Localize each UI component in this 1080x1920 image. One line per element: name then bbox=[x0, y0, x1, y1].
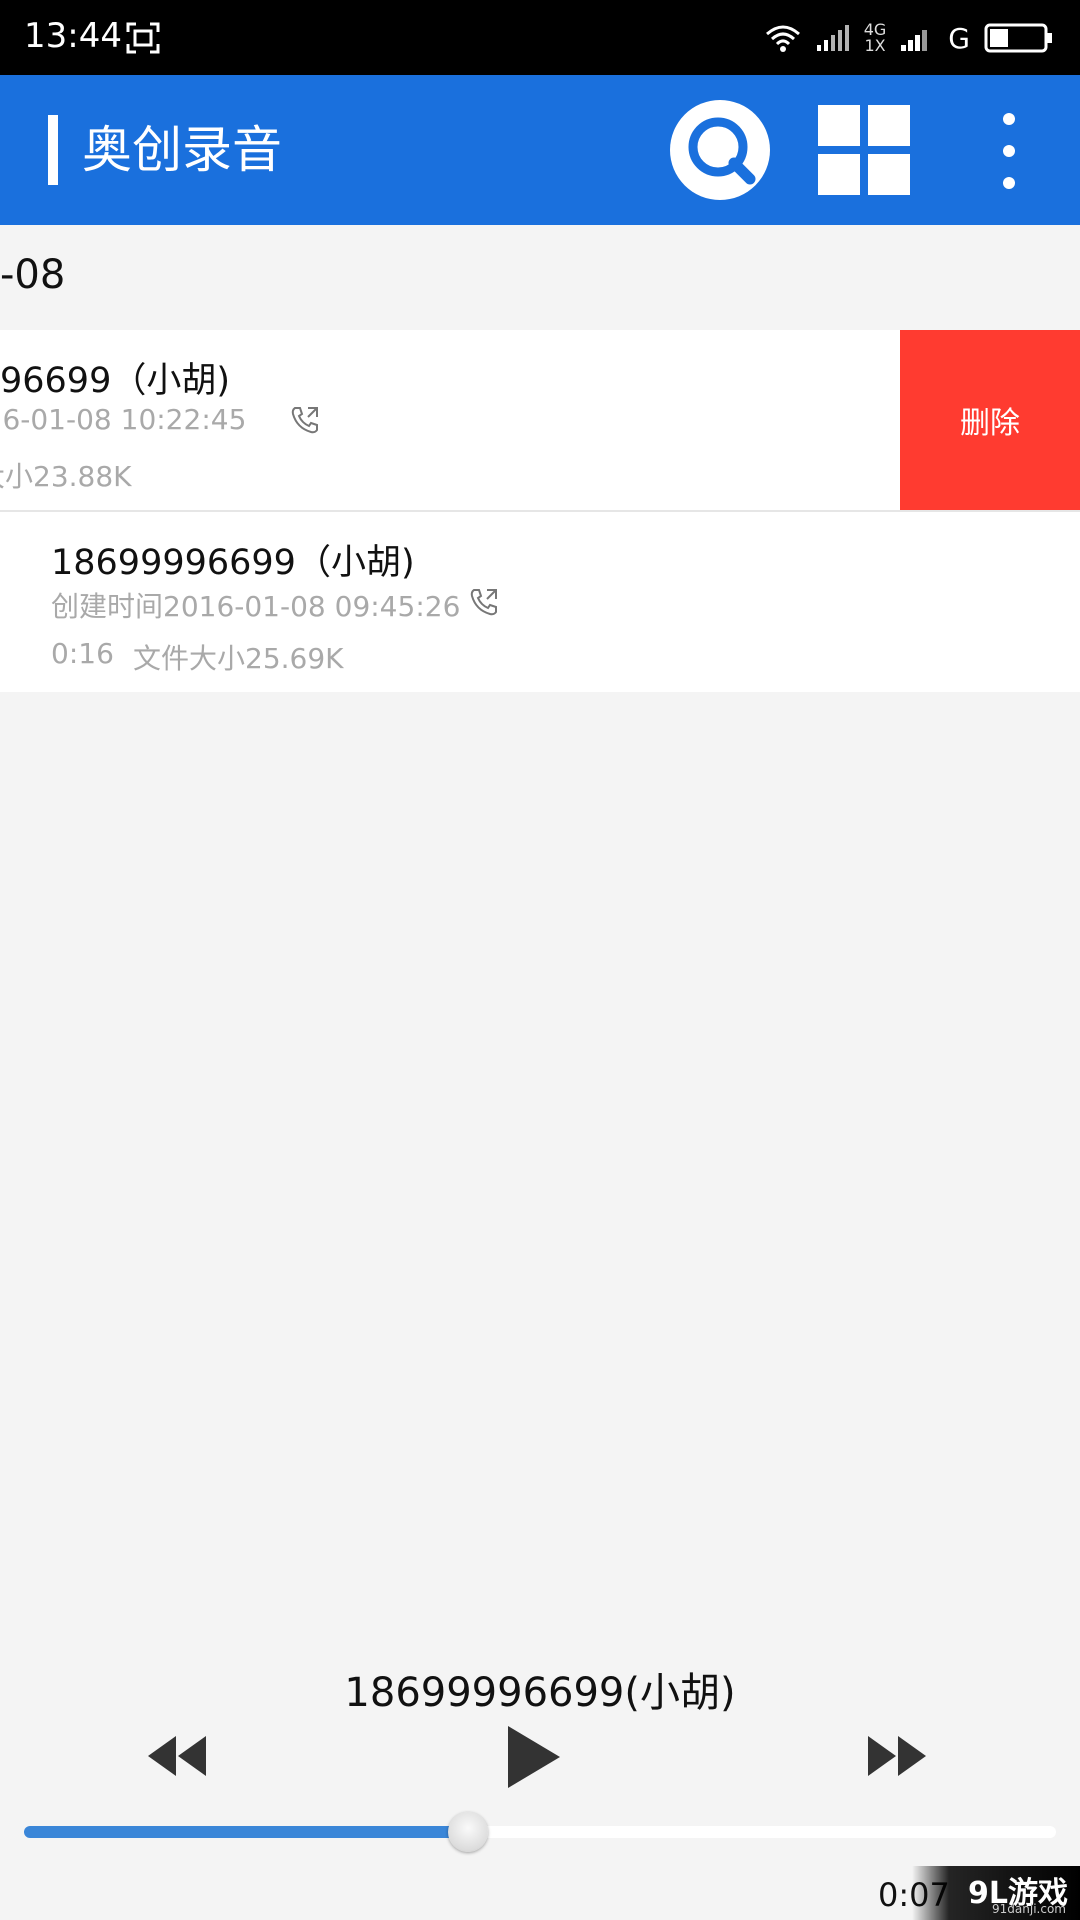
search-button[interactable] bbox=[670, 100, 770, 200]
recording-file-size: 文件大小25.69K bbox=[133, 642, 344, 675]
carrier-g-label: G bbox=[948, 21, 970, 55]
status-icons: 4G 1X G bbox=[764, 18, 1054, 58]
play-button[interactable] bbox=[506, 1724, 562, 1790]
recording-name: 18699996699（小胡) bbox=[51, 543, 415, 583]
status-time: 13:44 bbox=[24, 16, 122, 56]
app-bar: 奥创录音 bbox=[0, 75, 1080, 225]
playback-progress-bar[interactable] bbox=[24, 1812, 1056, 1852]
wifi-icon bbox=[765, 25, 800, 52]
network-1x-label: 1X bbox=[864, 36, 886, 55]
watermark: 9L游戏 91danji.com bbox=[912, 1866, 1080, 1920]
rewind-button[interactable] bbox=[146, 1734, 208, 1778]
fast-forward-icon bbox=[868, 1736, 926, 1776]
progress-thumb[interactable] bbox=[447, 1812, 488, 1852]
recording-item-content: 18699996699（小胡) 创建时间2016-01-08 09:45:26 … bbox=[0, 512, 1080, 692]
screenshot-icon bbox=[126, 22, 160, 54]
recording-duration: 0:16 bbox=[51, 637, 114, 670]
more-options-button[interactable] bbox=[988, 113, 1028, 189]
recording-created-time: 2016-01-08 10:22:45 bbox=[0, 403, 247, 436]
network-type-label: 4G 1X bbox=[864, 22, 887, 54]
recording-created-time: 创建时间2016-01-08 09:45:26 bbox=[51, 590, 461, 623]
recording-name: 96699（小胡) bbox=[0, 361, 230, 401]
recording-item-content: 96699（小胡) 2016-01-08 10:22:45 件大小23.88K bbox=[0, 330, 949, 510]
player-track-title: 18699996699(小胡) bbox=[344, 1670, 736, 1716]
outgoing-call-icon bbox=[291, 407, 318, 434]
status-bar: 13:44 4G 1X G bbox=[0, 0, 1080, 75]
battery-icon bbox=[984, 23, 1052, 53]
rewind-icon bbox=[148, 1736, 206, 1776]
signal-dotted-icon bbox=[816, 25, 849, 51]
title-accent-bar bbox=[48, 115, 58, 185]
progress-fill bbox=[24, 1826, 468, 1838]
grid-view-button[interactable] bbox=[818, 105, 910, 195]
fast-forward-button[interactable] bbox=[866, 1734, 928, 1778]
outgoing-call-icon bbox=[470, 589, 497, 616]
delete-button[interactable]: 删除 bbox=[900, 330, 1080, 510]
search-icon bbox=[688, 117, 756, 185]
play-icon bbox=[508, 1726, 560, 1788]
date-group-header: -08 bbox=[0, 252, 66, 298]
recording-item[interactable]: 18699996699（小胡) 创建时间2016-01-08 09:45:26 … bbox=[0, 512, 1080, 692]
watermark-url: 91danji.com bbox=[992, 1902, 1066, 1916]
app-title: 奥创录音 bbox=[82, 121, 282, 179]
signal-icon bbox=[901, 30, 928, 51]
recording-file-size: 件大小23.88K bbox=[0, 460, 132, 493]
